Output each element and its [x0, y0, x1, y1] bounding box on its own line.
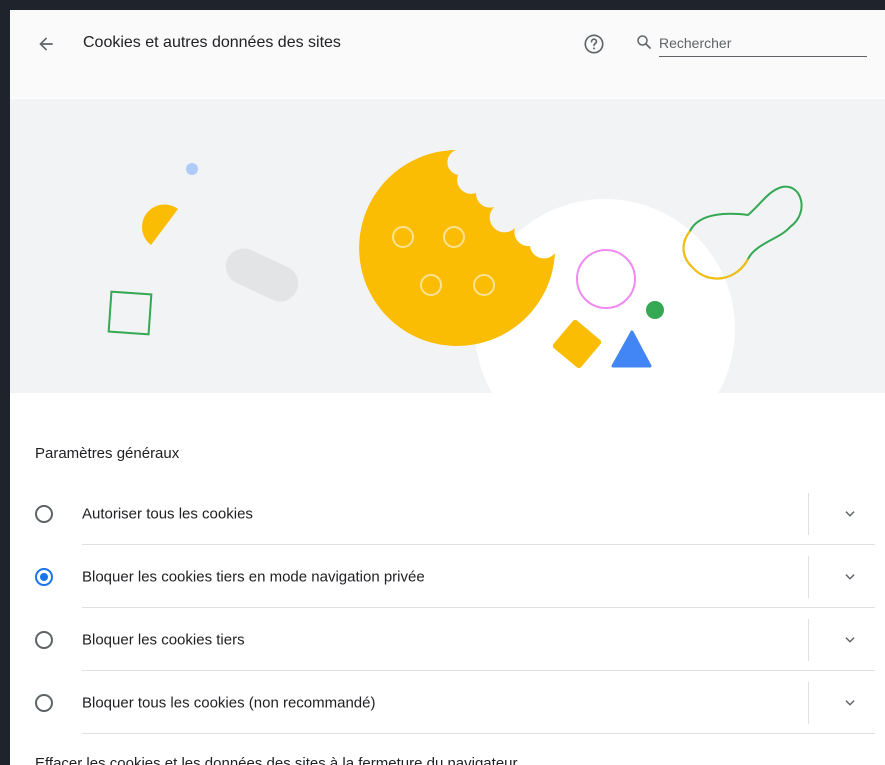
row-divider: [82, 733, 875, 734]
cookie-illustration: [10, 99, 885, 393]
radio-button[interactable]: [35, 631, 53, 649]
expand-button[interactable]: [838, 628, 862, 652]
row-divider: [82, 670, 875, 671]
cookie-illustration-graphic: [107, 150, 803, 393]
chevron-down-icon: [845, 574, 855, 580]
arrow-left-icon: [39, 37, 53, 51]
radio-button[interactable]: [35, 694, 53, 712]
row-divider: [82, 607, 875, 608]
option-block-third-party-incognito[interactable]: Bloquer les cookies tiers en mode naviga…: [10, 546, 875, 608]
option-label: Bloquer les cookies tiers en mode naviga…: [82, 568, 425, 586]
help-circle-icon: [584, 34, 604, 54]
search-icon: [637, 35, 651, 49]
section-heading: Paramètres généraux: [35, 445, 180, 462]
radio-button[interactable]: [35, 505, 53, 523]
expand-button[interactable]: [838, 502, 862, 526]
vertical-separator: [808, 682, 809, 724]
option-label: Bloquer les cookies tiers: [82, 631, 245, 649]
option-block-all-cookies[interactable]: Bloquer tous les cookies (non recommandé…: [10, 672, 875, 734]
back-button[interactable]: [32, 30, 60, 58]
expand-button[interactable]: [838, 565, 862, 589]
page-title: Cookies et autres données des sites: [83, 34, 341, 51]
clear-on-exit-label: Effacer les cookies et les données des s…: [35, 755, 518, 765]
option-allow-all-cookies[interactable]: Autoriser tous les cookies: [10, 483, 875, 545]
settings-panel: Cookies et autres données des sites Rech…: [10, 10, 885, 765]
chevron-down-icon: [845, 511, 855, 517]
vertical-separator: [808, 619, 809, 661]
page-header: Cookies et autres données des sites: [10, 10, 885, 98]
row-divider: [82, 544, 875, 545]
chevron-down-icon: [845, 700, 855, 706]
chevron-down-icon: [845, 637, 855, 643]
search-input[interactable]: [659, 30, 867, 57]
vertical-separator: [808, 556, 809, 598]
option-label: Bloquer tous les cookies (non recommandé…: [82, 694, 376, 712]
yellow-half-circle: [142, 204, 178, 245]
vertical-separator: [808, 493, 809, 535]
grey-pill: [225, 248, 299, 302]
cookie-shape: [359, 150, 555, 346]
help-button[interactable]: [580, 30, 608, 58]
expand-button[interactable]: [838, 691, 862, 715]
green-dot: [646, 301, 664, 319]
green-square: [107, 290, 153, 336]
radio-button-selected[interactable]: [35, 568, 53, 586]
option-block-third-party[interactable]: Bloquer les cookies tiers: [10, 609, 875, 671]
blue-dot: [186, 163, 198, 175]
option-label: Autoriser tous les cookies: [82, 505, 253, 523]
